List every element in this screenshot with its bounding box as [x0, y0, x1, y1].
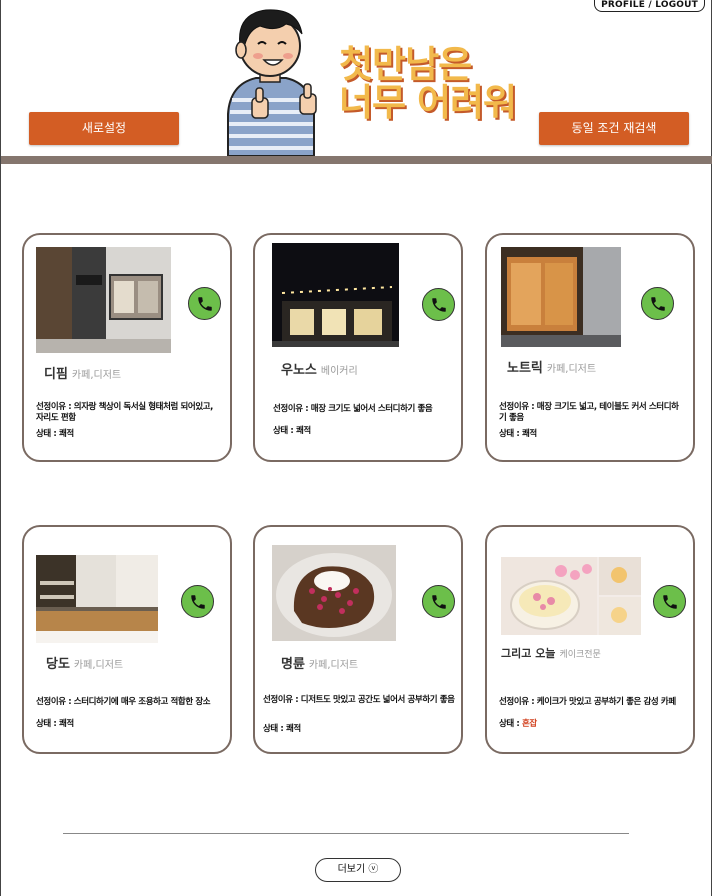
cafe-photo — [36, 555, 158, 643]
phone-icon — [662, 594, 677, 609]
cafe-name: 우노스 — [281, 363, 317, 378]
phone-call-button[interactable] — [181, 585, 214, 618]
status-value: 쾌적 — [285, 724, 301, 734]
status-value: 쾌적 — [295, 426, 311, 436]
cafe-name-row: 당도 카페,디저트 — [46, 653, 123, 672]
cafe-status: 상태 : 혼잡 — [499, 717, 537, 729]
status-value: 쾌적 — [58, 719, 74, 729]
status-value: 쾌적 — [521, 429, 537, 439]
cafe-name: 디핌 — [44, 367, 68, 382]
selection-reason: 선정이유 : 매장 크기도 넓고, 테이블도 커서 스터디하기 좋음 — [499, 402, 679, 423]
cafe-name: 그리고 오늘 — [501, 647, 556, 660]
selection-reason: 선정이유 : 의자랑 책상이 독서실 형태처럼 되어있고, 자리도 편함 — [36, 402, 214, 423]
cafe-card[interactable]: 우노스 베이커리 선정이유 : 매장 크기도 넓어서 스터디하기 좋음 상태 :… — [253, 233, 463, 462]
cafe-category: 카페,디저트 — [71, 370, 122, 381]
cafe-photo — [272, 243, 399, 347]
cafe-name: 노트릭 — [507, 361, 543, 376]
status-value: 쾌적 — [58, 429, 74, 439]
mascot-illustration — [227, 9, 317, 156]
cafe-category: 카페,디저트 — [546, 364, 597, 375]
cafe-name-row: 그리고 오늘 케이크전문 — [501, 645, 601, 661]
cafe-status: 상태 : 쾌적 — [36, 717, 74, 729]
cafe-card[interactable]: 당도 카페,디저트 선정이유 : 스터디하기에 매우 조용하고 적합한 장소 상… — [22, 525, 232, 754]
cafe-category: 베이커리 — [320, 366, 358, 377]
load-more-button[interactable]: 더보기 ⓥ — [315, 858, 401, 882]
phone-call-button[interactable] — [422, 585, 455, 618]
logo-line-1: 첫만남은 — [339, 43, 472, 86]
cafe-card[interactable]: 노트릭 카페,디저트 선정이유 : 매장 크기도 넓고, 테이블도 커서 스터디… — [485, 233, 695, 462]
reset-settings-button[interactable]: 새로설정 — [29, 112, 179, 145]
logo-text: 첫만남은 너무 어려워 — [339, 43, 517, 124]
header: 새로설정 첫만남은 너무 어려워 동일 조건 재검색 — [1, 0, 712, 158]
cafe-photo — [272, 545, 396, 641]
phone-icon — [190, 594, 205, 609]
cafe-category: 카페,디저트 — [308, 660, 359, 671]
cafe-photo — [501, 557, 641, 635]
cafe-photo — [501, 247, 621, 347]
phone-icon — [197, 296, 212, 311]
cafe-name-row: 디핌 카페,디저트 — [44, 363, 121, 382]
selection-reason: 선정이유 : 케이크가 맛있고 공부하기 좋은 감성 카페 — [499, 697, 676, 707]
status-value: 혼잡 — [521, 719, 537, 729]
selection-reason: 선정이유 : 디저트도 맛있고 공간도 넓어서 공부하기 좋음 — [263, 695, 455, 705]
logo-line-2: 너무 어려워 — [339, 81, 517, 124]
phone-call-button[interactable] — [188, 287, 221, 320]
status-label: 상태 : — [499, 429, 522, 439]
header-divider-bar — [1, 156, 712, 164]
cafe-card[interactable]: 디핌 카페,디저트 선정이유 : 의자랑 책상이 독서실 형태처럼 되어있고, … — [22, 233, 232, 462]
cafe-card[interactable]: 그리고 오늘 케이크전문 선정이유 : 케이크가 맛있고 공부하기 좋은 감성 … — [485, 525, 695, 754]
status-label: 상태 : — [499, 719, 522, 729]
cafe-card[interactable]: 명륜 카페,디저트 선정이유 : 디저트도 맛있고 공간도 넓어서 공부하기 좋… — [253, 525, 463, 754]
phone-icon — [650, 296, 665, 311]
cafe-status: 상태 : 쾌적 — [263, 722, 301, 734]
cafe-name-row: 우노스 베이커리 — [281, 359, 358, 378]
phone-icon — [431, 594, 446, 609]
footer-divider — [63, 833, 629, 834]
cafe-name: 명륜 — [281, 657, 305, 672]
cafe-category: 케이크전문 — [559, 650, 601, 660]
selection-reason: 선정이유 : 매장 크기도 넓어서 스터디하기 좋음 — [273, 404, 433, 414]
status-label: 상태 : — [36, 429, 59, 439]
profile-logout-button[interactable]: PROFILE / LOGOUT — [594, 0, 705, 12]
cafe-name-row: 명륜 카페,디저트 — [281, 653, 358, 672]
research-same-conditions-button[interactable]: 동일 조건 재검색 — [539, 112, 689, 145]
status-label: 상태 : — [273, 426, 296, 436]
cafe-status: 상태 : 쾌적 — [36, 427, 74, 439]
selection-reason: 선정이유 : 스터디하기에 매우 조용하고 적합한 장소 — [36, 697, 211, 707]
cafe-name: 당도 — [46, 657, 70, 672]
cafe-status: 상태 : 쾌적 — [499, 427, 537, 439]
phone-call-button[interactable] — [653, 585, 686, 618]
cafe-name-row: 노트릭 카페,디저트 — [507, 357, 596, 376]
phone-call-button[interactable] — [422, 288, 455, 321]
phone-call-button[interactable] — [641, 287, 674, 320]
cafe-status: 상태 : 쾌적 — [273, 424, 311, 436]
phone-icon — [431, 297, 446, 312]
status-label: 상태 : — [263, 724, 286, 734]
status-label: 상태 : — [36, 719, 59, 729]
cafe-category: 카페,디저트 — [73, 660, 124, 671]
cafe-photo — [36, 247, 171, 353]
